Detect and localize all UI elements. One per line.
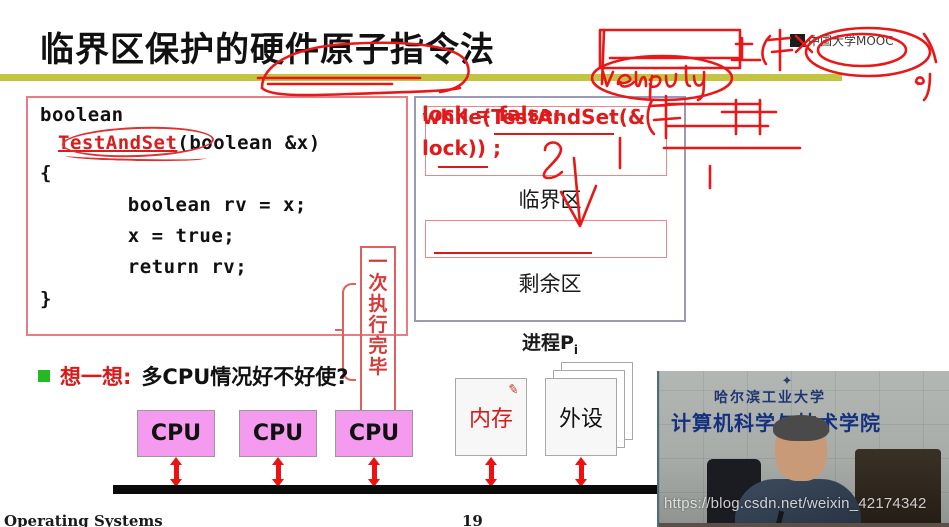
bus-arrow-cpu-1	[170, 457, 182, 487]
desk-edge	[659, 523, 949, 527]
slide-canvas: 临界区保护的硬件原子指令法 boolean TestAndSet(boolean…	[0, 0, 949, 527]
footer-page-number: 19	[462, 512, 483, 527]
ink-underline-lock	[434, 252, 592, 254]
cpu-box-2: CPU	[239, 410, 317, 457]
process-caption-subscript: i	[573, 342, 579, 357]
critical-section-label: 临界区	[518, 188, 582, 212]
vnote-char-5: 毕	[368, 356, 388, 378]
pencil-icon: ✎	[506, 380, 521, 398]
monitor-shape	[855, 449, 941, 527]
vnote-char-4: 完	[368, 335, 388, 357]
vnote-char-1: 次	[368, 272, 388, 294]
process-panel: while(TestAndSet(& lock)) ; 临界区 lock = f…	[414, 96, 686, 322]
page-title: 临界区保护的硬件原子指令法	[40, 30, 495, 70]
cpu-box-1: CPU	[137, 410, 215, 457]
process-caption: 进程Pi	[414, 328, 686, 357]
bus-arrow-peripheral	[575, 457, 587, 487]
annotation-brace-tip	[335, 329, 343, 331]
lecturer-hair	[773, 415, 829, 441]
question-bullet-row: 想一想: 多CPU情况好不好使?	[38, 361, 348, 391]
bullet-lead-text: 想一想:	[60, 365, 132, 389]
code-panel: boolean TestAndSet(boolean &x) { boolean…	[26, 96, 408, 426]
mooc-watermark-text: 中国大学MOOC	[808, 34, 894, 48]
bus-arrow-cpu-2	[272, 457, 284, 487]
peripheral-box: 外设	[545, 378, 617, 456]
bullet-question-text: 多CPU情况好不好使?	[141, 365, 349, 389]
code-line-2: {	[40, 162, 52, 184]
while-line-2: lock)) ;	[422, 136, 501, 160]
cpu-box-3: CPU	[335, 410, 413, 457]
code-line-0: boolean	[40, 104, 124, 126]
vnote-char-2: 执	[368, 293, 388, 315]
university-name-text: 哈尔滨工业大学	[714, 390, 826, 406]
code-line-3: boolean rv = x;	[80, 194, 307, 216]
mooc-logo-icon	[790, 34, 805, 47]
vnote-char-3: 行	[368, 314, 388, 336]
code-line-4: x = true;	[80, 225, 236, 247]
annotation-vertical-note: 一 次 执 行 完 毕	[360, 246, 396, 426]
mooc-watermark: 中国大学MOOC	[790, 32, 894, 49]
ink-underline-while-2	[438, 166, 488, 168]
bus-arrow-memory	[485, 457, 497, 487]
footer-course-name: Operating Systems	[4, 512, 163, 527]
system-bus-bar	[113, 485, 663, 494]
csdn-blog-watermark: https://blog.csdn.net/weixin_42174342	[664, 495, 927, 512]
vnote-char-0: 一	[368, 251, 388, 273]
code-line-6: }	[40, 288, 52, 310]
bus-arrow-cpu-3	[368, 457, 380, 487]
process-caption-text: 进程P	[521, 332, 574, 354]
lock-release-text: lock = false;	[422, 102, 561, 126]
ink-underline-while-1	[494, 133, 614, 135]
remainder-section-label: 剩余区	[518, 272, 582, 296]
code-line-5: return rv;	[80, 256, 248, 278]
title-underline-rule	[0, 74, 842, 81]
bullet-square-icon	[38, 370, 50, 382]
